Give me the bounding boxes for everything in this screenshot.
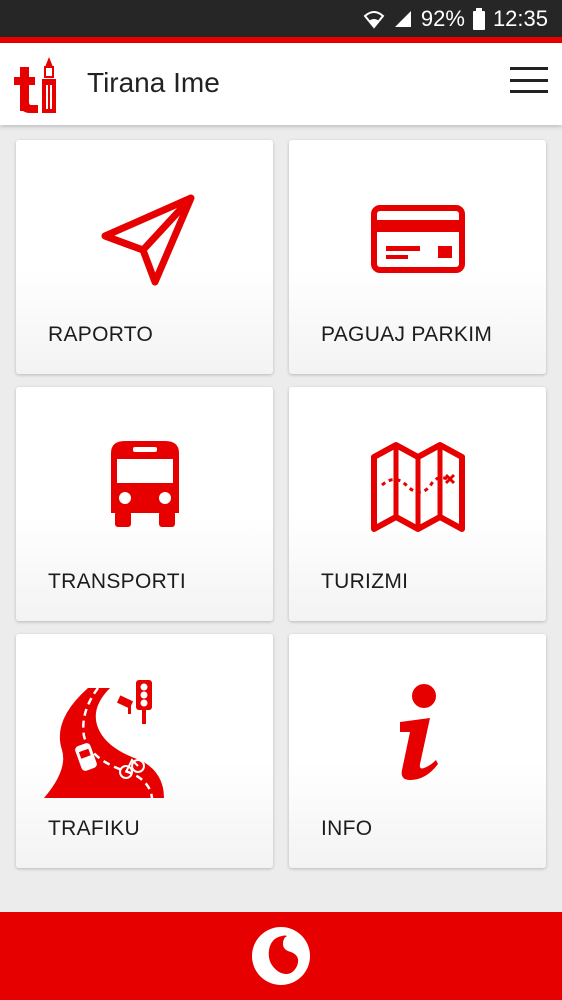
tile-info[interactable]: INFO	[289, 634, 546, 868]
tile-label: TURIZMI	[321, 570, 409, 593]
clock: 12:35	[492, 5, 548, 31]
info-icon	[366, 682, 470, 786]
paper-plane-icon	[93, 188, 197, 292]
tile-transporti[interactable]: TRANSPORTI	[16, 387, 273, 621]
tile-raporto[interactable]: RAPORTO	[16, 140, 273, 374]
tile-label: PAGUAJ PARKIM	[321, 323, 493, 346]
tile-label: INFO	[321, 817, 373, 840]
menu-line	[510, 90, 548, 93]
status-bar: 92% 12:35	[0, 0, 562, 37]
bus-icon	[93, 435, 197, 539]
signal-icon	[393, 9, 413, 29]
footer-bar	[0, 912, 562, 1000]
tile-label: TRAFIKU	[48, 817, 140, 840]
vodafone-logo-icon[interactable]	[251, 926, 311, 986]
wifi-icon	[363, 9, 385, 29]
app-bar: Tirana Ime	[0, 43, 562, 125]
menu-line	[510, 67, 548, 70]
menu-line	[510, 78, 548, 82]
tile-label: TRANSPORTI	[48, 570, 186, 593]
tile-turizmi[interactable]: TURIZMI	[289, 387, 546, 621]
battery-percent: 92%	[420, 5, 465, 31]
tirana-logo-icon	[12, 53, 62, 117]
credit-card-icon	[366, 188, 470, 292]
map-icon	[366, 435, 470, 539]
battery-icon	[472, 7, 485, 30]
tile-paguaj-parkim[interactable]: PAGUAJ PARKIM	[289, 140, 546, 374]
app-title: Tirana Ime	[87, 67, 220, 98]
hamburger-menu-button[interactable]	[510, 67, 548, 93]
tile-trafiku[interactable]: TRAFIKU	[16, 634, 273, 868]
tile-label: RAPORTO	[48, 323, 154, 346]
traffic-road-icon	[40, 680, 170, 802]
